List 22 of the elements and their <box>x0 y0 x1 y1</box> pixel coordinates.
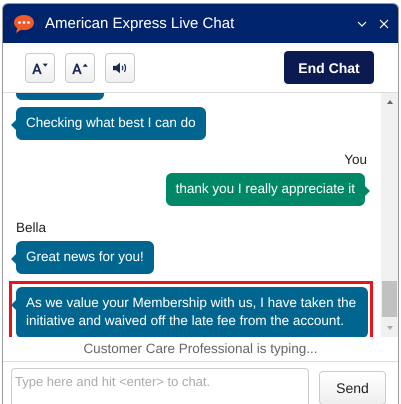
message-input-field[interactable]: Type here and hit <enter> to chat. <box>11 368 309 404</box>
message-bubble: Great news for you! <box>11 241 154 274</box>
message-bubble: Checking what best I can do <box>11 107 206 140</box>
font-increase-icon <box>71 60 89 74</box>
speaker-icon <box>111 60 129 74</box>
close-icon[interactable] <box>378 18 390 30</box>
increase-font-button[interactable] <box>65 52 95 82</box>
scrollbar[interactable] <box>381 93 398 337</box>
scroll-thumb[interactable] <box>382 281 397 317</box>
font-decrease-icon <box>31 60 49 74</box>
sender-name: Bella <box>16 220 46 236</box>
send-button[interactable]: Send <box>319 371 386 404</box>
typing-status: Customer Care Professional is typing... <box>3 337 398 362</box>
chat-bubble-icon <box>13 14 35 34</box>
scroll-up-icon[interactable] <box>386 99 394 105</box>
end-chat-button[interactable]: End Chat <box>284 51 374 84</box>
sound-button[interactable] <box>105 52 135 82</box>
window-title: American Express Live Chat <box>45 15 236 32</box>
decrease-font-button[interactable] <box>25 52 55 82</box>
sender-name: You <box>344 152 367 168</box>
message-bubble: thank you I really appreciate it <box>166 173 370 206</box>
message-bubble: As we value your Membership with us, I have taken the initiative and waived off the late fee from the account. <box>11 287 368 337</box>
